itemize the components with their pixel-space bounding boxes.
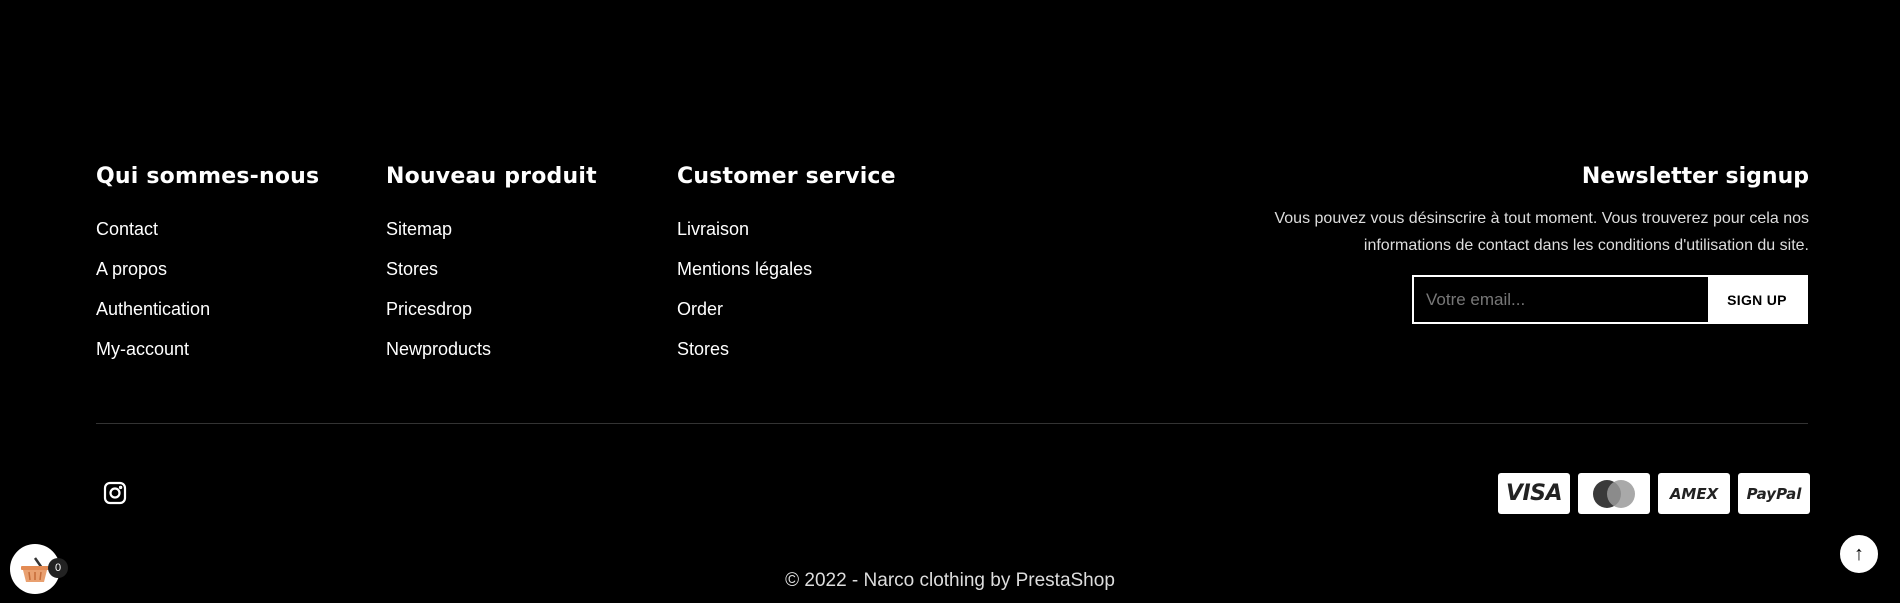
footer-link-mentions-legales[interactable]: Mentions légales: [677, 249, 896, 289]
cart-count-badge: 0: [48, 558, 68, 578]
footer-link-sitemap[interactable]: Sitemap: [386, 209, 597, 249]
footer-link-livraison[interactable]: Livraison: [677, 209, 896, 249]
sign-up-button[interactable]: SIGN UP: [1708, 277, 1806, 322]
footer-link-pricesdrop[interactable]: Pricesdrop: [386, 289, 597, 329]
footer-link-about[interactable]: A propos: [96, 249, 319, 289]
scroll-to-top-button[interactable]: ↑: [1839, 534, 1879, 574]
footer-divider: [96, 423, 1808, 424]
paypal-card-icon: PayPal: [1738, 473, 1810, 514]
footer-column-about: Qui sommes-nous Contact A propos Authent…: [96, 163, 319, 369]
footer-link-authentication[interactable]: Authentication: [96, 289, 319, 329]
newsletter-section: Newsletter signup Vous pouvez vous désin…: [1229, 163, 1809, 259]
newsletter-form: SIGN UP: [1412, 275, 1808, 324]
footer-link-stores-2[interactable]: Stores: [677, 329, 896, 369]
mastercard-icon: [1578, 473, 1650, 514]
footer-link-newproducts[interactable]: Newproducts: [386, 329, 597, 369]
visa-card-icon: VISA: [1498, 473, 1570, 514]
footer-column-customer-service: Customer service Livraison Mentions léga…: [677, 163, 896, 369]
arrow-up-icon: ↑: [1854, 542, 1864, 565]
copyright-text: © 2022 - Narco clothing by PrestaShop: [785, 570, 1115, 591]
column-title: Nouveau produit: [386, 164, 597, 189]
column-title: Customer service: [677, 164, 896, 189]
basket-icon: [21, 557, 49, 582]
instagram-icon[interactable]: [103, 481, 127, 505]
email-input[interactable]: [1414, 277, 1708, 322]
column-title: Qui sommes-nous: [96, 164, 320, 189]
payment-methods: VISA AMEX PayPal: [1498, 473, 1810, 514]
newsletter-description: Vous pouvez vous désinscrire à tout mome…: [1274, 210, 1809, 254]
footer-column-new-product: Nouveau produit Sitemap Stores Pricesdro…: [386, 163, 597, 369]
footer-link-contact[interactable]: Contact: [96, 209, 319, 249]
newsletter-title: Newsletter signup: [1581, 164, 1809, 189]
footer-link-order[interactable]: Order: [677, 289, 896, 329]
footer-link-my-account[interactable]: My-account: [96, 329, 319, 369]
footer-link-stores[interactable]: Stores: [386, 249, 597, 289]
amex-card-icon: AMEX: [1658, 473, 1730, 514]
